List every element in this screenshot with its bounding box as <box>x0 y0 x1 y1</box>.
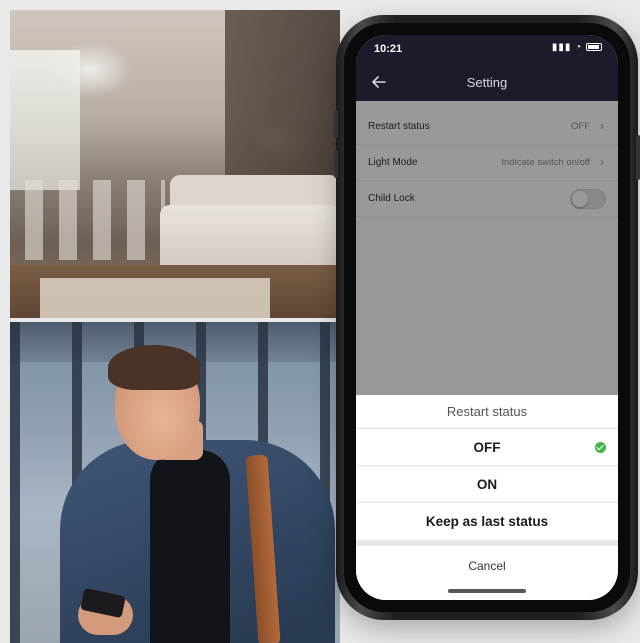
option-keep-last[interactable]: Keep as last status <box>356 503 618 540</box>
option-off[interactable]: OFF <box>356 429 618 466</box>
status-time: 10:21 <box>374 43 403 55</box>
option-label: ON <box>476 477 498 492</box>
phone-frame: 10:21 ▮▮▮ ◔ Setting Restart status OFF › <box>334 15 640 620</box>
photo-rug <box>40 278 270 318</box>
photo-window <box>10 50 80 190</box>
status-icons: ▮▮▮ ◔ <box>552 42 602 53</box>
cancel-button[interactable]: Cancel <box>356 546 618 586</box>
check-icon <box>595 442 606 453</box>
restart-status-sheet: Restart status OFF ON Keep as last statu… <box>356 395 618 600</box>
man-hair <box>108 345 200 390</box>
man-shirt <box>150 450 230 643</box>
living-room-photo <box>10 10 340 318</box>
option-on[interactable]: ON <box>356 466 618 503</box>
status-bar: 10:21 ▮▮▮ ◔ <box>356 35 618 63</box>
volume-up-button <box>334 110 338 138</box>
battery-icon <box>586 43 602 52</box>
photo-chairs <box>25 180 165 260</box>
power-button <box>636 135 640 180</box>
sheet-title: Restart status <box>356 395 618 429</box>
signal-icon: ▮▮▮ <box>551 42 572 53</box>
option-label: OFF <box>473 440 501 455</box>
option-label: Keep as last status <box>425 514 549 529</box>
wifi-icon: ◔ <box>575 42 583 53</box>
volume-down-button <box>334 150 338 178</box>
nav-bar: Setting <box>356 63 618 101</box>
phone-screen: 10:21 ▮▮▮ ◔ Setting Restart status OFF › <box>356 35 618 600</box>
page-title: Setting <box>466 75 508 90</box>
home-indicator <box>448 589 526 593</box>
